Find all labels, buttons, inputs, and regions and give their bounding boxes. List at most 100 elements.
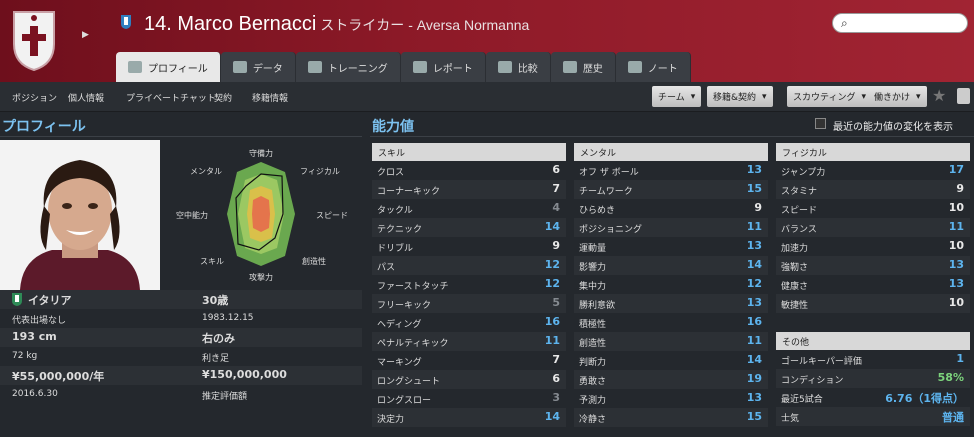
attribute-name: スピード [781, 206, 818, 216]
attribute-row[interactable]: 勇敢さ 19 [574, 370, 768, 389]
radar-label-mental: メンタル [190, 167, 222, 176]
club-crest-icon[interactable] [10, 8, 58, 72]
search-icon: ⌕ [841, 16, 848, 30]
player-position: ストライカー [320, 17, 405, 33]
attribute-value: 11 [948, 220, 964, 233]
attribute-row[interactable]: 創造性 11 [574, 332, 768, 351]
tab-history[interactable]: 歴史 [550, 52, 616, 82]
attribute-row[interactable]: ジャンプ力 17 [776, 161, 970, 180]
attribute-value: 6 [552, 163, 560, 176]
attribute-row[interactable]: 士気 普通 [776, 407, 970, 426]
estimated-value: ¥150,000,000 [202, 368, 287, 381]
attribute-row[interactable]: 加速力 10 [776, 237, 970, 256]
attribute-row[interactable]: ドリブル 9 [372, 237, 566, 256]
approach-dropdown-label: 働きかけ [874, 93, 911, 103]
attribute-value: 1 [956, 352, 964, 365]
attribute-row[interactable]: コーナーキック 7 [372, 180, 566, 199]
search-input[interactable]: ⌕ [832, 13, 968, 33]
approach-dropdown[interactable]: 働きかけ ▾ [868, 86, 927, 107]
attribute-row[interactable]: 判断力 14 [574, 351, 768, 370]
attribute-value: 11 [544, 334, 560, 347]
attribute-row[interactable]: 敏捷性 10 [776, 294, 970, 313]
weight: 72 kg [12, 351, 38, 361]
attribute-value: 13 [746, 296, 762, 309]
subnav-private-chat[interactable]: プライベートチャット [126, 91, 216, 104]
info-row: 2016.6.30 推定評価額 [0, 385, 362, 404]
attribute-value: 16 [746, 315, 762, 328]
attribute-row[interactable]: スタミナ 9 [776, 180, 970, 199]
scouting-dropdown[interactable]: スカウティング ▾ [787, 86, 872, 107]
attribute-row[interactable]: チームワーク 15 [574, 180, 768, 199]
foot-label: 利き足 [202, 354, 230, 364]
radar-label-defense: 守備力 [249, 148, 273, 158]
attribute-row[interactable]: バランス 11 [776, 218, 970, 237]
attribute-row[interactable]: 予測力 13 [574, 389, 768, 408]
attribute-name: コーナーキック [377, 187, 441, 197]
attribute-row[interactable]: 集中力 12 [574, 275, 768, 294]
attribute-row[interactable]: ヘディング 16 [372, 313, 566, 332]
attribute-row[interactable]: ファーストタッチ 12 [372, 275, 566, 294]
attribute-row[interactable]: 冷静さ 15 [574, 408, 768, 427]
nationality[interactable]: イタリア [28, 292, 72, 308]
info-row: 193 cm 右のみ [0, 328, 362, 347]
attribute-row[interactable]: テクニック 14 [372, 218, 566, 237]
mental-attributes-column: メンタル オフ ザ ボール 13 チームワーク 15 ひらめき 9 ポジショニング 11 運動量 1… [574, 143, 768, 427]
attribute-row[interactable]: 健康さ 13 [776, 275, 970, 294]
attribute-row[interactable]: クロス 6 [372, 161, 566, 180]
attribute-name: 決定力 [377, 415, 405, 425]
favorite-star-icon[interactable]: ★ [932, 86, 946, 105]
forward-arrow-icon[interactable]: ▶ [82, 30, 89, 40]
other-info-column: その他 ゴールキーパー評価 1 コンディション 58% 最近5試合 6.76（1得点） 士気 普… [776, 332, 970, 426]
attribute-value: 10 [948, 239, 964, 252]
subnav-personal[interactable]: 個人情報 [68, 91, 104, 104]
club-name[interactable]: - Aversa Normanna [408, 17, 529, 33]
team-dropdown[interactable]: チーム ▾ [652, 86, 702, 107]
attribute-row[interactable]: ロングシュート 6 [372, 370, 566, 389]
attribute-row[interactable]: 運動量 13 [574, 237, 768, 256]
attribute-row[interactable]: パス 12 [372, 256, 566, 275]
tab-chart[interactable]: データ [220, 52, 296, 82]
tab-profile[interactable]: プロフィール [116, 52, 221, 82]
tab-report[interactable]: レポート [400, 52, 486, 82]
attribute-row[interactable]: コンディション 58% [776, 369, 970, 388]
attribute-value: 15 [746, 410, 762, 423]
attribute-row[interactable]: タックル 4 [372, 199, 566, 218]
attribute-row[interactable]: 決定力 14 [372, 408, 566, 427]
attribute-row[interactable]: 強靭さ 13 [776, 256, 970, 275]
attribute-row[interactable]: マーキング 7 [372, 351, 566, 370]
subnav-contract[interactable]: 契約 [214, 91, 232, 104]
attribute-value: 4 [552, 201, 560, 214]
attribute-row[interactable]: ひらめき 9 [574, 199, 768, 218]
attribute-row[interactable]: ロングスロー 3 [372, 389, 566, 408]
page-title: 14. Marco Bernacci ストライカー - Aversa Norman… [144, 13, 529, 36]
attribute-row[interactable]: スピード 10 [776, 199, 970, 218]
attribute-row[interactable]: 影響力 14 [574, 256, 768, 275]
attribute-name: タックル [377, 206, 413, 216]
transfer-contract-dropdown[interactable]: 移籍&契約 ▾ [707, 86, 773, 107]
attribute-value: 14 [746, 353, 762, 366]
attribute-row[interactable]: 最近5試合 6.76（1得点） [776, 388, 970, 407]
italy-badge-icon [12, 293, 22, 306]
tab-note[interactable]: ノート [615, 52, 691, 82]
subnav-position[interactable]: ポジション [12, 91, 57, 104]
attribute-name: 敏捷性 [781, 301, 809, 311]
club-badge-icon [121, 15, 131, 29]
show-changes-checkbox[interactable] [815, 118, 826, 129]
attribute-value: 9 [552, 239, 560, 252]
attribute-value: 7 [552, 182, 560, 195]
attribute-row[interactable]: 勝利意欲 13 [574, 294, 768, 313]
tab-football[interactable]: トレーニング [295, 52, 401, 82]
attribute-name: マーキング [377, 358, 422, 368]
document-icon[interactable] [957, 88, 970, 104]
tab-label: 比較 [517, 63, 538, 75]
attribute-row[interactable]: ゴールキーパー評価 1 [776, 350, 970, 369]
attribute-row[interactable]: 積極性 16 [574, 313, 768, 332]
attribute-name: ドリブル [377, 244, 414, 254]
attribute-row[interactable]: フリーキック 5 [372, 294, 566, 313]
subnav-transfer[interactable]: 移籍情報 [252, 91, 288, 104]
attribute-row[interactable]: ポジショニング 11 [574, 218, 768, 237]
tab-compare[interactable]: 比較 [485, 52, 551, 82]
attribute-row[interactable]: ペナルティキック 11 [372, 332, 566, 351]
attribute-row[interactable]: オフ ザ ボール 13 [574, 161, 768, 180]
attribute-value: 9 [956, 182, 964, 195]
